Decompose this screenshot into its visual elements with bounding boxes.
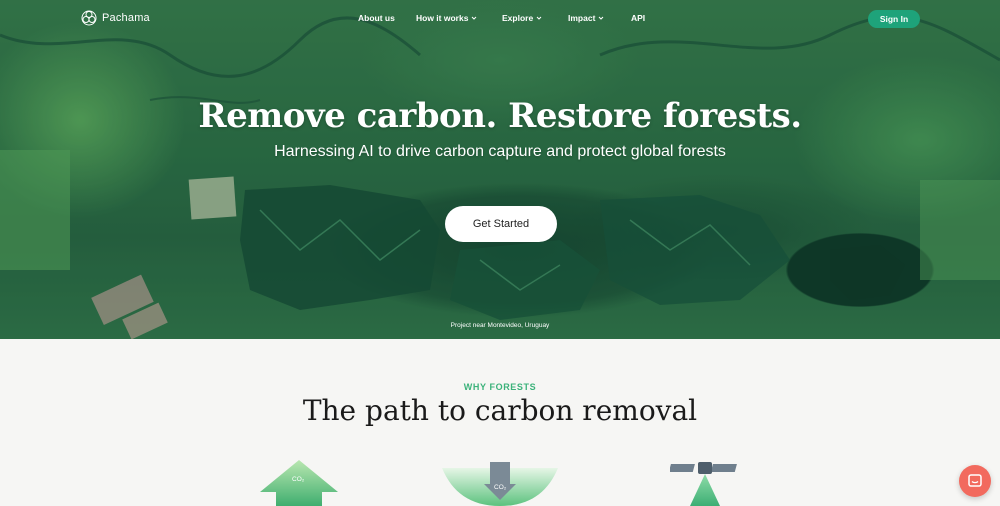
brand-logo[interactable]: Pachama <box>81 10 150 26</box>
nav-about-us[interactable]: About us <box>358 13 395 23</box>
nav-link-label: About us <box>358 13 395 23</box>
nav-how-it-works[interactable]: How it works <box>416 13 477 23</box>
co2-label: CO₂ <box>494 484 507 491</box>
chevron-down-icon <box>536 16 542 20</box>
pachama-logo-icon <box>81 10 97 26</box>
hero-subtitle: Harnessing AI to drive carbon capture an… <box>274 143 726 160</box>
hero-title: Remove carbon. Restore forests. <box>198 96 802 136</box>
nav-explore[interactable]: Explore <box>502 13 542 23</box>
hero-overlay <box>0 0 1000 339</box>
nav-link-label: API <box>631 13 646 23</box>
nav-link-label: How it works <box>416 13 469 23</box>
hero-banner <box>0 0 1000 339</box>
nav-link-label: Explore <box>502 13 534 23</box>
chevron-down-icon <box>599 16 604 20</box>
image-caption: Project near Montevideo, Uruguay <box>450 322 550 329</box>
get-started-button[interactable]: Get Started <box>445 206 557 242</box>
co2-label: CO₂ <box>292 476 305 483</box>
section-title: The path to carbon removal <box>302 394 698 427</box>
section-eyebrow: WHY FORESTS <box>463 382 537 392</box>
chat-button[interactable] <box>959 465 991 497</box>
nav-link-label: Impact <box>568 13 596 23</box>
nav-impact[interactable]: Impact <box>568 13 604 23</box>
sign-in-button[interactable]: Sign In <box>868 10 920 28</box>
nav-api[interactable]: API <box>631 13 645 23</box>
satellite-icon <box>670 462 737 506</box>
chat-icon <box>968 474 982 487</box>
top-navigation: Pachama About us How it works Explore Im… <box>0 0 1000 38</box>
brand-name: Pachama <box>102 12 150 24</box>
chevron-down-icon <box>472 16 477 20</box>
